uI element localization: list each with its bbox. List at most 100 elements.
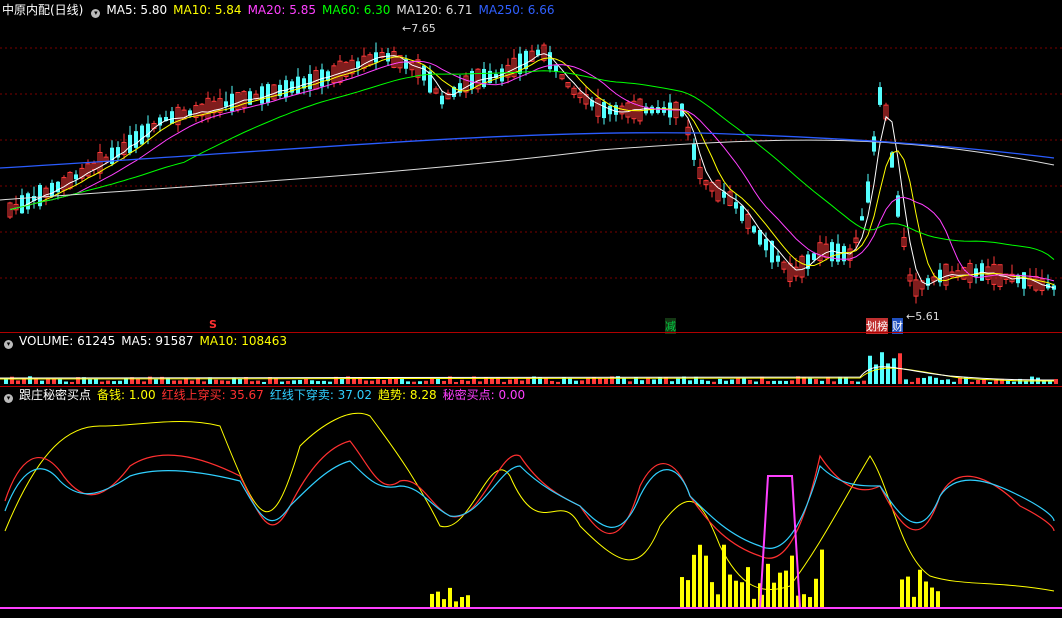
- candle-down: [764, 239, 768, 251]
- indicator-bar: [466, 595, 470, 608]
- volume-bar: [364, 380, 368, 384]
- indicator-panel[interactable]: ▾ 跟庄秘密买点 备钱: 1.00 红线上穿买: 35.67 红线下穿卖: 37.02 趋…: [0, 386, 1062, 618]
- volume-bar: [106, 380, 110, 384]
- indicator-bar: [686, 580, 690, 608]
- volume-bar: [724, 380, 728, 384]
- volume-bar: [238, 378, 242, 384]
- volume-value: VOLUME: 61245: [19, 334, 116, 348]
- high-price-value: 7.65: [411, 22, 436, 35]
- volume-bar: [940, 379, 944, 384]
- indicator-bar: [820, 549, 824, 608]
- indicator-bar: [442, 599, 446, 608]
- volume-bar: [202, 381, 206, 384]
- volume-settings-icon[interactable]: ▾: [4, 340, 13, 349]
- indicator-chart[interactable]: [0, 386, 1062, 618]
- volume-legend: ▾ VOLUME: 61245 MA5: 91587 MA10: 108463: [2, 334, 293, 349]
- candle-down: [602, 101, 606, 119]
- volume-bar: [490, 378, 494, 384]
- candle-down: [656, 107, 660, 113]
- indicator-bar: [814, 578, 818, 608]
- volume-bar: [712, 381, 716, 384]
- indicator-bar: [912, 596, 916, 608]
- volume-bar: [706, 380, 710, 384]
- volume-bar: [748, 379, 752, 384]
- indicator-settings-icon[interactable]: ▾: [4, 394, 13, 403]
- volume-bar: [454, 381, 458, 384]
- candle-down: [740, 205, 744, 221]
- indicator-red-cross-buy: 红线上穿买: 35.67: [161, 388, 264, 402]
- indicator-lines: [4, 412, 1055, 609]
- volume-bar: [298, 379, 302, 384]
- indicator-bar: [680, 577, 684, 608]
- candle-down: [734, 202, 738, 209]
- candle-down: [776, 255, 780, 262]
- candle-down: [692, 144, 696, 160]
- volume-bar: [550, 380, 554, 384]
- volume-bar: [598, 378, 602, 384]
- volume-bar: [460, 379, 464, 384]
- candle-down: [812, 253, 816, 261]
- low-price-value: 5.61: [915, 310, 940, 323]
- indicator-bar: [734, 580, 738, 608]
- volume-bar: [790, 380, 794, 384]
- price-chart[interactable]: [0, 0, 1062, 332]
- low-price-label: ←5.61: [906, 310, 940, 323]
- volume-bar: [808, 377, 812, 384]
- volume-bar: [934, 377, 938, 384]
- volume-bar: [778, 380, 782, 384]
- volume-bar: [316, 381, 320, 384]
- indicator-bar: [746, 567, 750, 608]
- candle-down: [308, 73, 312, 90]
- volume-ma5: MA5: 91587: [121, 334, 194, 348]
- volume-bar: [220, 380, 224, 384]
- volume-bar: [994, 380, 998, 384]
- volume-bar: [388, 378, 392, 384]
- candle-down: [50, 182, 54, 197]
- ma60-label: MA60: 6.30: [322, 3, 391, 17]
- volume-bar: [172, 380, 176, 384]
- s-marker[interactable]: S: [209, 318, 217, 331]
- ma-line: [9, 56, 1055, 286]
- ma20-label: MA20: 5.85: [247, 3, 316, 17]
- volume-bar: [580, 380, 584, 384]
- volume-bar: [406, 381, 410, 384]
- volume-panel[interactable]: ▾ VOLUME: 61245 MA5: 91587 MA10: 108463: [0, 332, 1062, 386]
- volume-bar: [40, 380, 44, 384]
- volume-bar: [478, 381, 482, 384]
- volume-bar: [904, 379, 908, 384]
- volume-bar: [328, 381, 332, 384]
- candle-down: [548, 52, 552, 70]
- volume-bar: [100, 381, 104, 384]
- indicator-bars: [0, 544, 1062, 609]
- candle-down: [230, 93, 234, 112]
- volume-bar: [256, 380, 260, 384]
- volume-bar: [622, 378, 626, 384]
- volume-ma10: MA10: 108463: [199, 334, 288, 348]
- volume-bar: [136, 378, 140, 384]
- volume-bar: [772, 380, 776, 384]
- volume-bar: [304, 378, 308, 384]
- candle-down: [752, 226, 756, 233]
- volume-bar: [526, 378, 530, 384]
- volume-bar: [1054, 379, 1058, 384]
- volume-bar: [646, 378, 650, 384]
- volume-bar: [892, 358, 896, 384]
- price-panel[interactable]: 中原内配(日线) ▾ MA5: 5.80 MA10: 5.84 MA20: 5.85 MA…: [0, 0, 1062, 334]
- volume-bar: [1012, 381, 1016, 384]
- settings-icon[interactable]: ▾: [91, 9, 101, 18]
- volume-bar: [976, 380, 980, 384]
- indicator-bar: [448, 587, 452, 608]
- volume-bar: [916, 377, 920, 384]
- indicator-bar: [766, 563, 770, 608]
- volume-bar: [670, 381, 674, 384]
- ma120-label: MA120: 6.71: [396, 3, 473, 17]
- volume-bar: [910, 381, 914, 384]
- candle-down: [260, 86, 264, 104]
- volume-bar: [370, 380, 374, 384]
- volume-bar: [286, 380, 290, 384]
- indicator-bar: [728, 574, 732, 608]
- candle-down: [878, 87, 882, 105]
- indicator-bar: [778, 572, 782, 608]
- volume-bar: [142, 381, 146, 384]
- indicator-bar: [906, 576, 910, 608]
